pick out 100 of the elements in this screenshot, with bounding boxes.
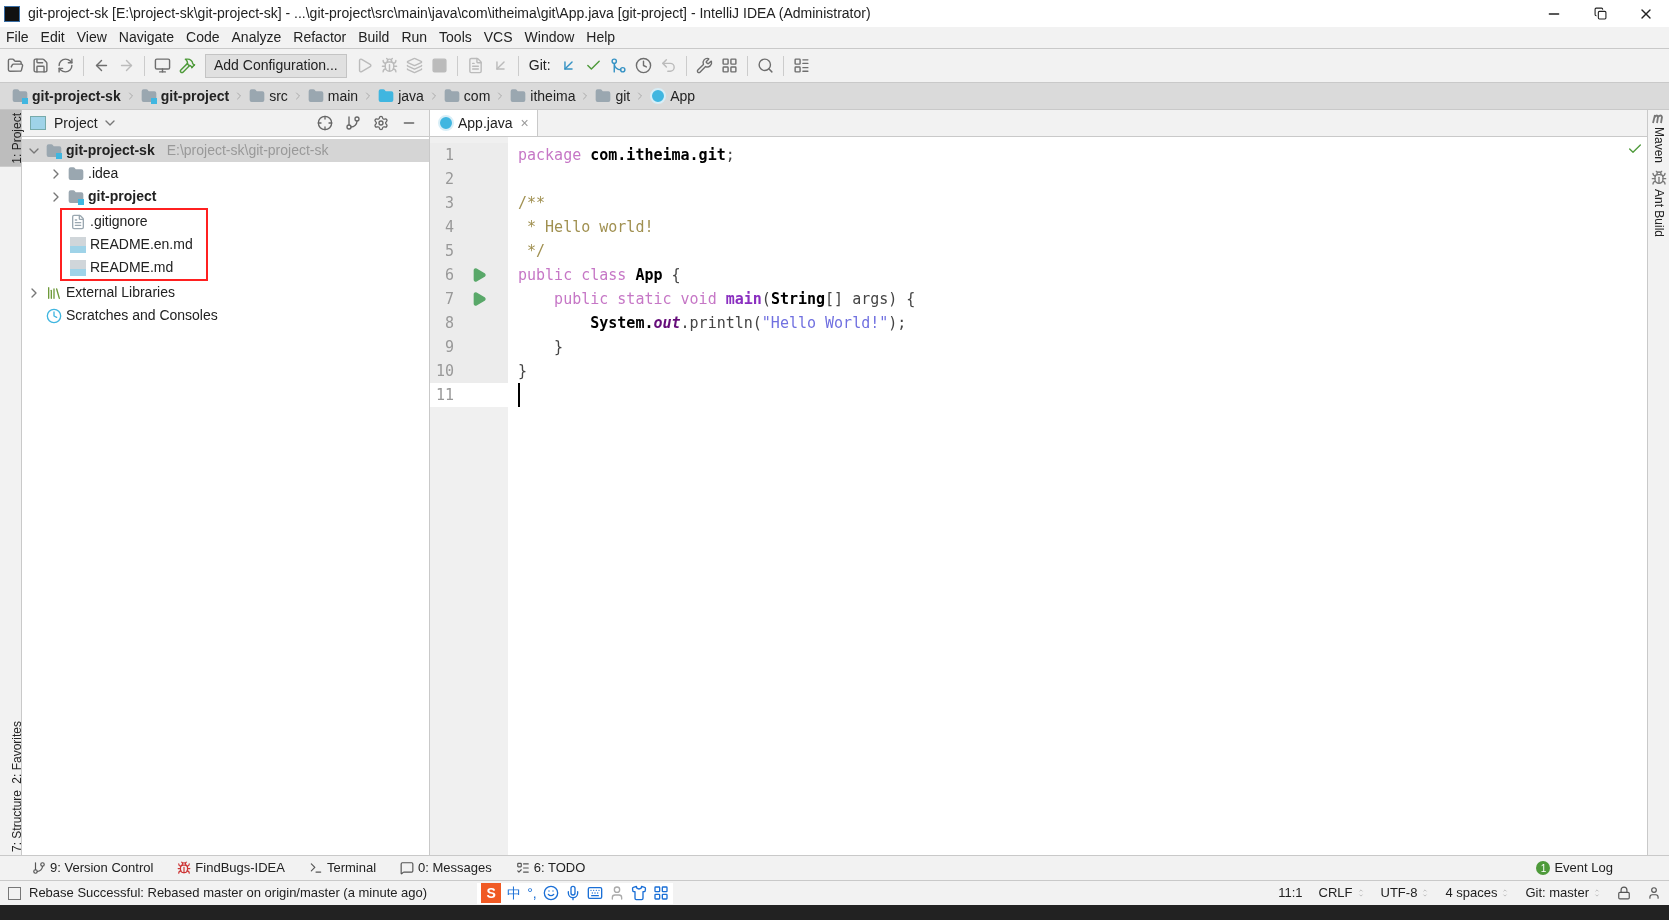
locate-icon[interactable] — [317, 115, 333, 131]
project-view-icon — [30, 116, 46, 130]
breadcrumb-item[interactable]: git-project — [160, 85, 230, 107]
menu-item[interactable]: View — [70, 27, 113, 48]
editor-tab[interactable]: App.java × — [430, 110, 538, 136]
menu-item[interactable]: Code — [180, 27, 226, 48]
status-widget[interactable]: CRLF — [1318, 883, 1353, 903]
ant-icon — [1650, 170, 1667, 187]
breadcrumb-item[interactable]: src — [269, 85, 288, 107]
tree-row[interactable]: README.md — [24, 256, 206, 279]
breadcrumb-item[interactable]: itheima — [530, 85, 576, 107]
tree-row[interactable]: External Libraries — [22, 281, 429, 304]
app-logo-icon — [4, 5, 20, 22]
tool-window-tab[interactable]: 2: Favorites — [0, 718, 21, 787]
updown-arrow-icon — [1421, 888, 1430, 898]
status-panel-icon[interactable] — [8, 886, 21, 900]
tree-item-label[interactable]: git-project-sk — [66, 140, 155, 161]
menu-item[interactable]: Run — [395, 27, 434, 48]
run-icon[interactable] — [471, 266, 487, 284]
search-icon[interactable] — [756, 57, 774, 74]
tool-window-button[interactable]: 6: TODO — [515, 858, 586, 878]
menu-item[interactable]: Window — [518, 27, 581, 48]
libraries-icon — [46, 284, 62, 301]
tool-window-button[interactable]: FindBugs-IDEA — [177, 858, 285, 878]
tree-item-label[interactable]: External Libraries — [66, 282, 175, 303]
tree-row[interactable]: Scratches and Consoles — [22, 304, 429, 327]
save-icon[interactable] — [32, 57, 49, 74]
lock-icon[interactable] — [1617, 886, 1631, 900]
grid-icon[interactable] — [652, 885, 669, 901]
code-line: public class App { — [518, 264, 681, 286]
code-line: */ — [526, 240, 546, 262]
line-number: 11 — [434, 384, 454, 406]
markdown-file-icon — [70, 236, 86, 253]
menu-item[interactable]: Tools — [433, 27, 478, 48]
line-number: 1 — [443, 144, 454, 166]
notification-count: 1 — [1536, 861, 1551, 875]
vcs-tool-icon — [32, 861, 46, 875]
tool-window-button[interactable]: Terminal — [308, 858, 377, 878]
tree-item-label[interactable]: Scratches and Consoles — [66, 305, 218, 326]
sync-icon[interactable] — [57, 57, 74, 74]
menu-item[interactable]: Navigate — [112, 27, 181, 48]
tree-row[interactable]: .gitignore — [24, 210, 206, 233]
breadcrumb-item[interactable]: com — [463, 85, 491, 107]
project-structure-icon[interactable] — [720, 57, 738, 74]
tree-row[interactable]: README.en.md — [24, 233, 206, 256]
status-message: Rebase Successful: Rebased master on origin/master (a minute ago) — [29, 884, 428, 903]
tree-item-label[interactable]: README.md — [90, 257, 174, 278]
keyboard-icon[interactable] — [586, 885, 603, 901]
history-clock-icon[interactable] — [634, 57, 652, 74]
menu-item[interactable]: Refactor — [287, 27, 353, 48]
breadcrumb-item[interactable]: java — [398, 85, 424, 107]
tool-window-button[interactable]: 0: Messages — [400, 858, 492, 878]
tool-window-tab[interactable]: Maven — [1641, 124, 1669, 167]
hammer-icon[interactable] — [179, 57, 196, 74]
tree-row[interactable]: .idea — [22, 162, 429, 185]
wrench-icon[interactable] — [695, 57, 713, 74]
tree-item-label[interactable]: .idea — [88, 163, 119, 184]
text-file-icon — [70, 213, 86, 230]
menu-item[interactable]: VCS — [477, 27, 519, 48]
status-widget[interactable]: UTF-8 — [1380, 883, 1418, 903]
run-configuration-dropdown[interactable]: Add Configuration... — [205, 53, 347, 78]
folder-icon — [510, 88, 527, 104]
status-widget[interactable]: 4 spaces — [1445, 883, 1498, 903]
folder-icon — [249, 88, 266, 104]
folder-icon — [378, 88, 395, 104]
updown-arrow-icon — [1593, 888, 1601, 898]
tool-window-button[interactable]: 9: Version Control — [32, 858, 154, 878]
restore-icon[interactable] — [1593, 7, 1607, 20]
breadcrumb-item[interactable]: App — [670, 85, 696, 107]
tree-row[interactable]: git-project-sk E:\project-sk\git-project-sk — [22, 139, 429, 162]
tree-item-label[interactable]: .gitignore — [90, 211, 148, 232]
line-number: 5 — [443, 240, 454, 262]
tree-row[interactable]: git-project — [22, 185, 429, 208]
tool-window-tab[interactable]: 7: Structure — [0, 786, 21, 855]
tree-item-label[interactable]: git-project — [88, 186, 157, 207]
tool-window-tab[interactable]: Ant Build — [1641, 186, 1669, 241]
breadcrumb-item[interactable]: git — [615, 85, 631, 107]
status-widget[interactable]: Git: master — [1525, 883, 1589, 903]
run-icon[interactable] — [471, 290, 487, 308]
menu-item[interactable]: Build — [352, 27, 396, 48]
panel-title[interactable]: Project — [54, 112, 98, 134]
module-folder-icon — [12, 88, 28, 104]
menu-item[interactable]: File — [0, 27, 35, 48]
ime-mode[interactable]: 中 — [507, 882, 522, 904]
event-log-button[interactable]: 1 Event Log — [1536, 858, 1613, 878]
caret-position[interactable]: 11:1 — [1278, 883, 1303, 903]
ime-punctuation[interactable]: °, — [527, 882, 537, 904]
line-number: 3 — [443, 192, 454, 214]
breadcrumb-item[interactable]: main — [327, 85, 359, 107]
menu-item[interactable]: Edit — [34, 27, 71, 48]
tree-item-label[interactable]: README.en.md — [90, 234, 193, 255]
menu-item[interactable]: Analyze — [225, 27, 288, 48]
breadcrumb-item[interactable]: git-project-sk — [32, 85, 121, 107]
settings-icon[interactable] — [373, 115, 389, 131]
shirt-icon[interactable] — [630, 885, 647, 901]
module-folder-icon — [140, 88, 157, 104]
menu-item[interactable]: Help — [580, 27, 622, 48]
smile-icon[interactable] — [542, 885, 559, 901]
bug-tool-icon — [177, 861, 192, 875]
open-folder-icon[interactable] — [7, 57, 24, 74]
